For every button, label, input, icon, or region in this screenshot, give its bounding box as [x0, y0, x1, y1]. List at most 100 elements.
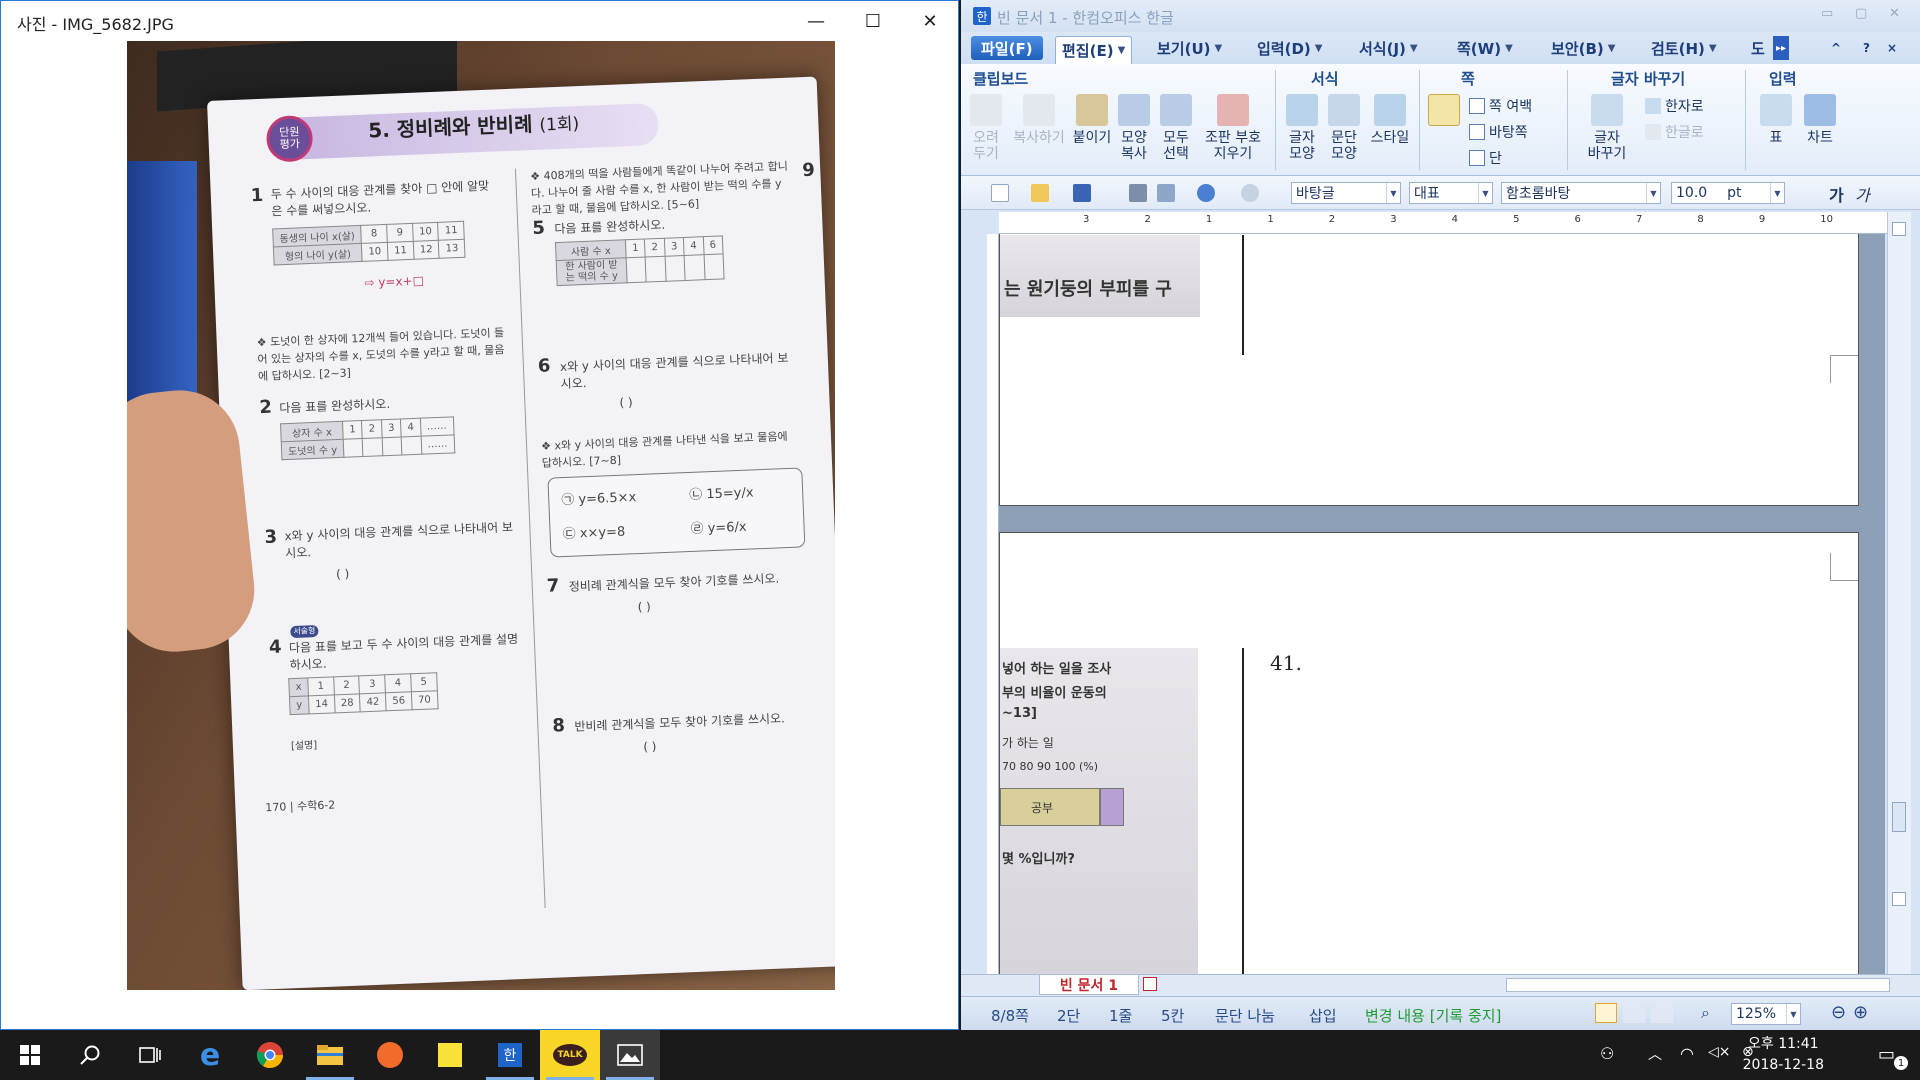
hwp-title-bar[interactable]: 한 빈 문서 1 - 한컴오피스 한글 ▭ ▢ ✕	[961, 0, 1920, 32]
status-column[interactable]: 5칸	[1161, 1005, 1184, 1026]
hanja-button[interactable]: 한자로	[1645, 96, 1704, 116]
menu-review[interactable]: 검토(H) ▼	[1645, 36, 1723, 60]
menu-tools[interactable]: 도	[1745, 36, 1771, 60]
menu-security[interactable]: 보안(B) ▼	[1545, 36, 1621, 60]
hangul-button[interactable]: 한글로	[1645, 122, 1704, 142]
document-text[interactable]: 41.	[1270, 651, 1302, 675]
file-explorer-app[interactable]	[300, 1030, 360, 1080]
ribbon-collapse-button[interactable]: ^	[1825, 36, 1847, 60]
preview-icon[interactable]	[1157, 184, 1175, 202]
char-shape-button[interactable]: 글자 모양	[1281, 94, 1323, 162]
menu-format[interactable]: 서식(J) ▼	[1353, 36, 1424, 60]
wifi-icon[interactable]: ◠	[1680, 1044, 1694, 1063]
tray-overflow-chevron-icon[interactable]: ︿	[1648, 1044, 1662, 1064]
bold-button[interactable]: 가	[1829, 182, 1844, 206]
close-button[interactable]: ✕	[902, 1, 958, 41]
help-button[interactable]: ?	[1857, 36, 1876, 60]
chart-button[interactable]: 차트	[1799, 94, 1841, 146]
columns-button[interactable]: 단	[1469, 148, 1502, 168]
normal-view-icon[interactable]	[1595, 1003, 1617, 1023]
scroll-up-arrow-icon[interactable]	[1892, 222, 1906, 236]
shape-copy-button[interactable]: 모양 복사	[1113, 94, 1155, 162]
start-button[interactable]	[0, 1030, 60, 1080]
status-mode[interactable]: 삽입	[1309, 1005, 1337, 1026]
people-icon[interactable]: ⚇	[1600, 1044, 1614, 1063]
vertical-ruler[interactable]	[987, 234, 999, 974]
web-view-icon[interactable]	[1623, 1003, 1645, 1023]
menu-page[interactable]: 쪽(W) ▼	[1451, 36, 1519, 60]
zoom-icon[interactable]: ⌕	[1701, 1003, 1710, 1023]
hwp-minimize-button[interactable]: ▭	[1821, 6, 1833, 21]
document-page-2[interactable]: 넣어 하는 일을 조사 부의 비율이 운동의 ~13] 가 하는 일 70 80…	[999, 532, 1859, 974]
hwp-app-icon[interactable]: 한	[973, 7, 991, 25]
menu-edit[interactable]: 편집(E) ▼	[1055, 36, 1133, 64]
style-button[interactable]: 스타일	[1365, 94, 1415, 146]
kakaotalk-app[interactable]: TALK	[540, 1030, 600, 1080]
table-button[interactable]: 표	[1755, 94, 1797, 146]
photo-title-bar[interactable]: 사진 - IMG_5682.JPG — ☐ ✕	[1, 1, 958, 41]
language-combo[interactable]: 대표 ▼	[1409, 182, 1493, 204]
horizontal-scrollbar[interactable]	[1506, 978, 1890, 992]
clear-marks-button[interactable]: 조판 부호 지우기	[1197, 94, 1269, 162]
status-line[interactable]: 1줄	[1109, 1005, 1132, 1026]
status-paragraph[interactable]: 문단 나눔	[1215, 1005, 1275, 1026]
search-button[interactable]	[60, 1030, 120, 1080]
paste-button[interactable]: 붙이기	[1071, 94, 1113, 146]
document-tab[interactable]: 빈 문서 1	[1039, 975, 1139, 995]
status-section[interactable]: 2단	[1057, 1005, 1080, 1026]
new-document-icon[interactable]	[991, 184, 1009, 202]
chevron-down-icon[interactable]: ▼	[1770, 183, 1784, 203]
scroll-down-arrow-icon[interactable]	[1892, 892, 1906, 906]
chevron-down-icon[interactable]: ▼	[1786, 1004, 1800, 1024]
cut-button[interactable]: 오려 두기	[965, 94, 1007, 162]
chevron-down-icon[interactable]: ▼	[1646, 183, 1660, 203]
maximize-button[interactable]: ☐	[845, 1, 901, 41]
zoom-in-icon[interactable]: ⊕	[1853, 1002, 1868, 1023]
font-size-combo[interactable]: 10.0 pt ▼	[1671, 182, 1785, 204]
document-area[interactable]: 는 원기둥의 부피를 구 넣어 하는 일을 조사 부의 비율이 운동의 ~13]…	[999, 234, 1885, 974]
minimize-button[interactable]: —	[788, 1, 844, 41]
menu-file[interactable]: 파일(F)	[971, 36, 1043, 60]
style-combo[interactable]: 바탕글 ▼	[1291, 182, 1401, 204]
zoom-combo[interactable]: 125% ▼	[1731, 1003, 1801, 1025]
clock[interactable]: 오후 11:41 2018-12-18	[1743, 1034, 1824, 1076]
redo-icon[interactable]	[1241, 184, 1259, 202]
notification-icon[interactable]: ▭	[1878, 1044, 1895, 1065]
new-tab-icon[interactable]	[1143, 977, 1157, 991]
font-change-button[interactable]: 글자 바꾸기	[1581, 94, 1633, 162]
hwp-maximize-button[interactable]: ▢	[1855, 6, 1867, 21]
hwp-close-button[interactable]: ✕	[1889, 6, 1900, 21]
menu-insert[interactable]: 입력(D) ▼	[1251, 36, 1328, 60]
pasted-image-2[interactable]: 넣어 하는 일을 조사 부의 비율이 운동의 ~13] 가 하는 일 70 80…	[1000, 648, 1198, 974]
para-shape-button[interactable]: 문단 모양	[1323, 94, 1365, 162]
photos-app[interactable]	[600, 1030, 660, 1080]
horizontal-ruler[interactable]: 3 2 1 1 2 3 4 5 6 7 8 9 10	[999, 212, 1899, 234]
font-combo[interactable]: 함초롬바탕 ▼	[1501, 182, 1661, 204]
menu-more-icon[interactable]: ▸▸	[1773, 36, 1790, 60]
edge-app[interactable]: e	[180, 1030, 240, 1080]
page-margin-button[interactable]: 쪽 여백	[1469, 96, 1532, 116]
menu-view[interactable]: 보기(U) ▼	[1151, 36, 1228, 60]
photo-image[interactable]: 단원 평가 5. 정비례와 반비례 (1회) 1 두 수 사이의 대응 관계를 …	[127, 41, 835, 990]
save-icon[interactable]	[1073, 184, 1091, 202]
volume-icon[interactable]: ◁×	[1708, 1044, 1731, 1060]
chrome-app[interactable]	[240, 1030, 300, 1080]
task-view-button[interactable]	[120, 1030, 180, 1080]
italic-button[interactable]: 가	[1855, 182, 1870, 206]
doc-close-button[interactable]: ×	[1881, 36, 1903, 60]
page-layout-button[interactable]	[1423, 94, 1465, 130]
open-folder-icon[interactable]	[1031, 184, 1049, 202]
zoom-out-icon[interactable]: ⊖	[1831, 1002, 1846, 1023]
hancom-hwp-app[interactable]: 한	[480, 1030, 540, 1080]
chevron-down-icon[interactable]: ▼	[1386, 183, 1400, 203]
pasted-image-1[interactable]: 는 원기둥의 부피를 구	[1000, 235, 1200, 317]
undo-icon[interactable]	[1197, 184, 1215, 202]
chevron-down-icon[interactable]: ▼	[1478, 183, 1492, 203]
copy-button[interactable]: 복사하기	[1009, 94, 1069, 146]
background-page-button[interactable]: 바탕쪽	[1469, 122, 1528, 142]
scrollbar-thumb[interactable]	[1892, 802, 1906, 832]
status-track-changes[interactable]: 변경 내용 [기록 중지]	[1365, 1005, 1501, 1026]
vertical-scrollbar[interactable]	[1887, 212, 1911, 974]
print-icon[interactable]	[1129, 184, 1147, 202]
document-page-1[interactable]: 는 원기둥의 부피를 구	[999, 234, 1859, 506]
